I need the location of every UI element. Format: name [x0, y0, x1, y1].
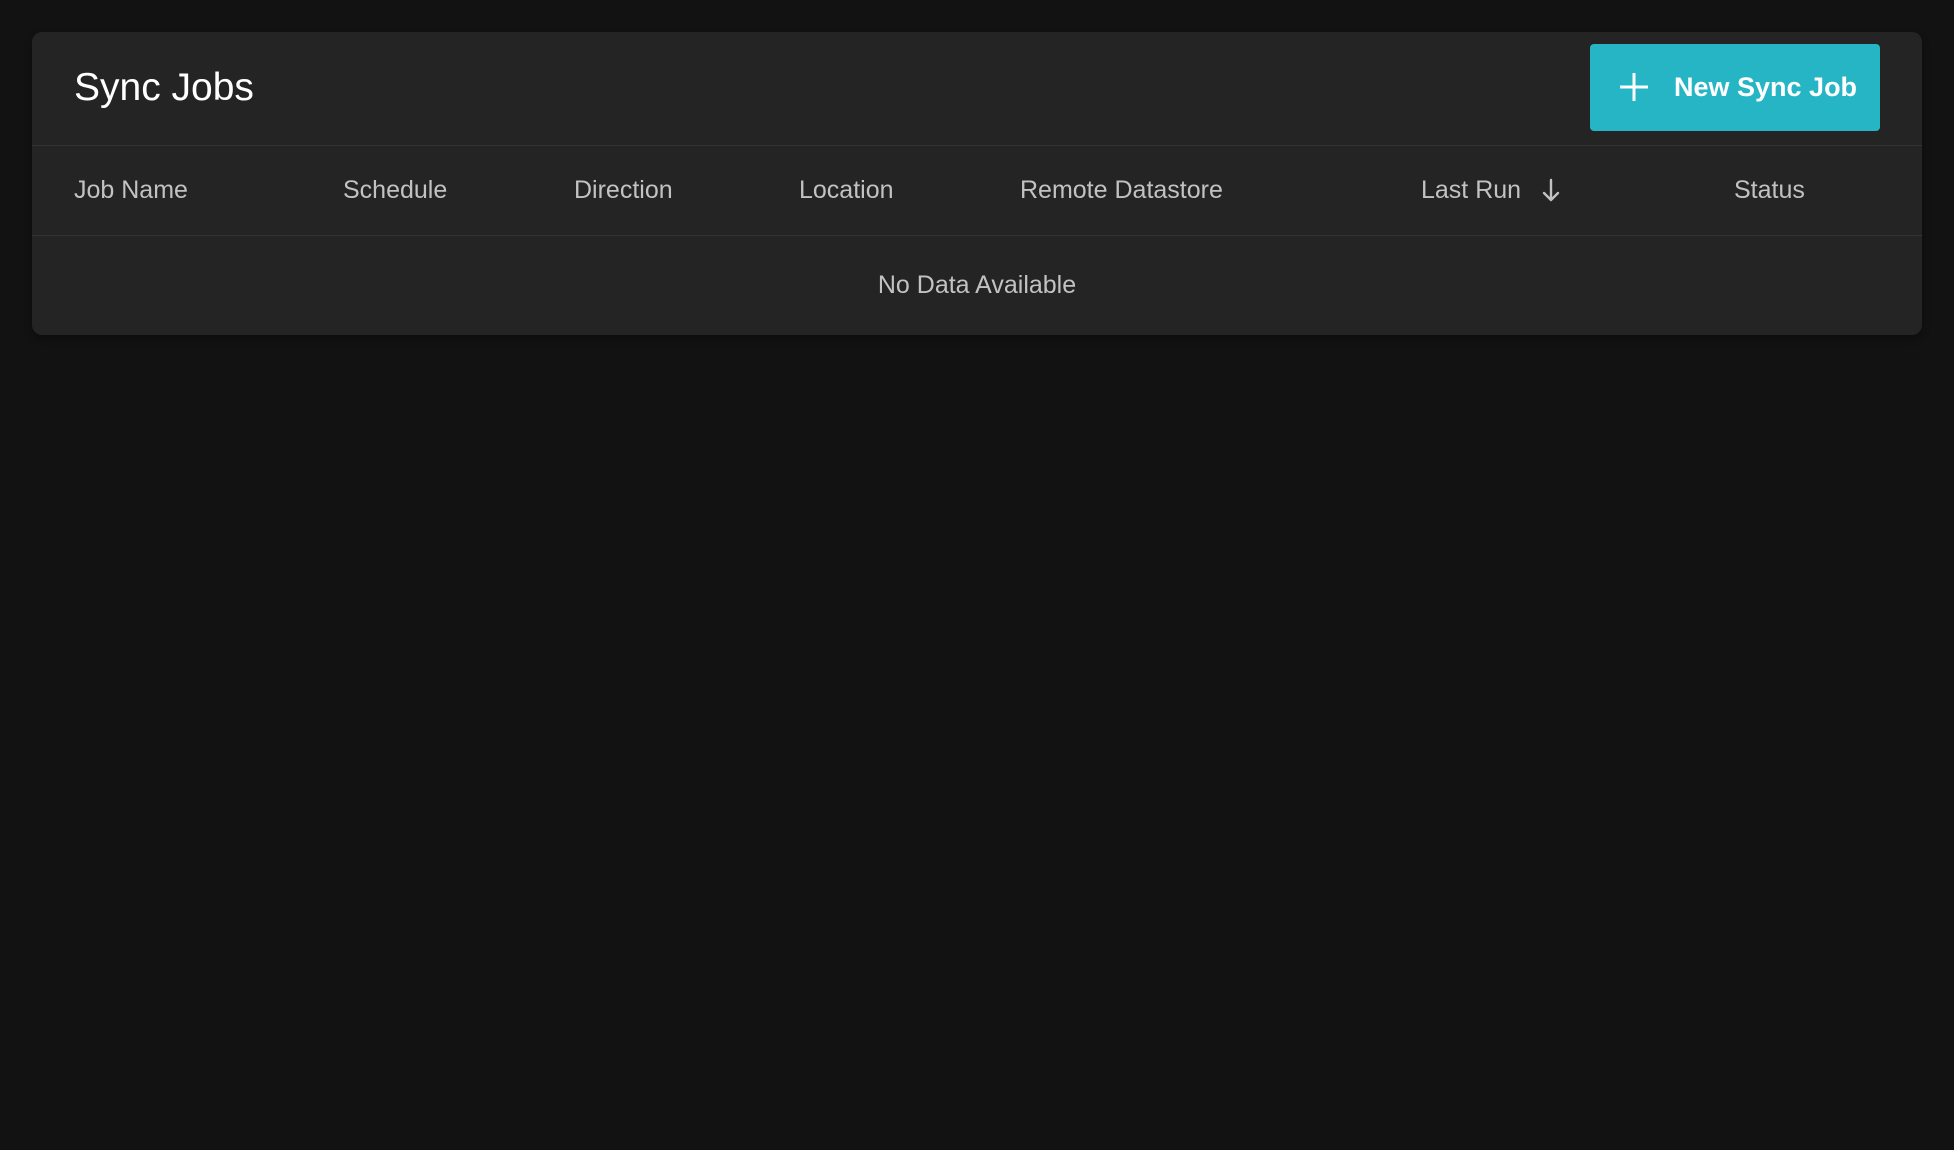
column-header-job-name[interactable]: Job Name: [74, 146, 188, 235]
column-header-status[interactable]: Status: [1734, 146, 1805, 235]
column-header-direction[interactable]: Direction: [574, 146, 673, 235]
new-sync-job-label: New Sync Job: [1674, 72, 1858, 102]
card-header: Sync Jobs New Sync Job: [32, 32, 1922, 146]
new-sync-job-button[interactable]: New Sync Job: [1590, 44, 1880, 131]
table-header: Job Name Schedule Direction Location Rem…: [32, 146, 1922, 236]
arrow-down-icon[interactable]: [1541, 178, 1561, 204]
plus-icon: [1620, 73, 1648, 101]
sync-jobs-card: Sync Jobs New Sync Job Job Name Schedule…: [32, 32, 1922, 335]
column-header-last-run[interactable]: Last Run: [1421, 146, 1521, 235]
column-header-schedule[interactable]: Schedule: [343, 146, 447, 235]
page-title: Sync Jobs: [74, 66, 254, 109]
column-header-location[interactable]: Location: [799, 146, 894, 235]
empty-state-message: No Data Available: [877, 271, 1077, 299]
column-header-remote-datastore[interactable]: Remote Datastore: [1020, 146, 1223, 235]
